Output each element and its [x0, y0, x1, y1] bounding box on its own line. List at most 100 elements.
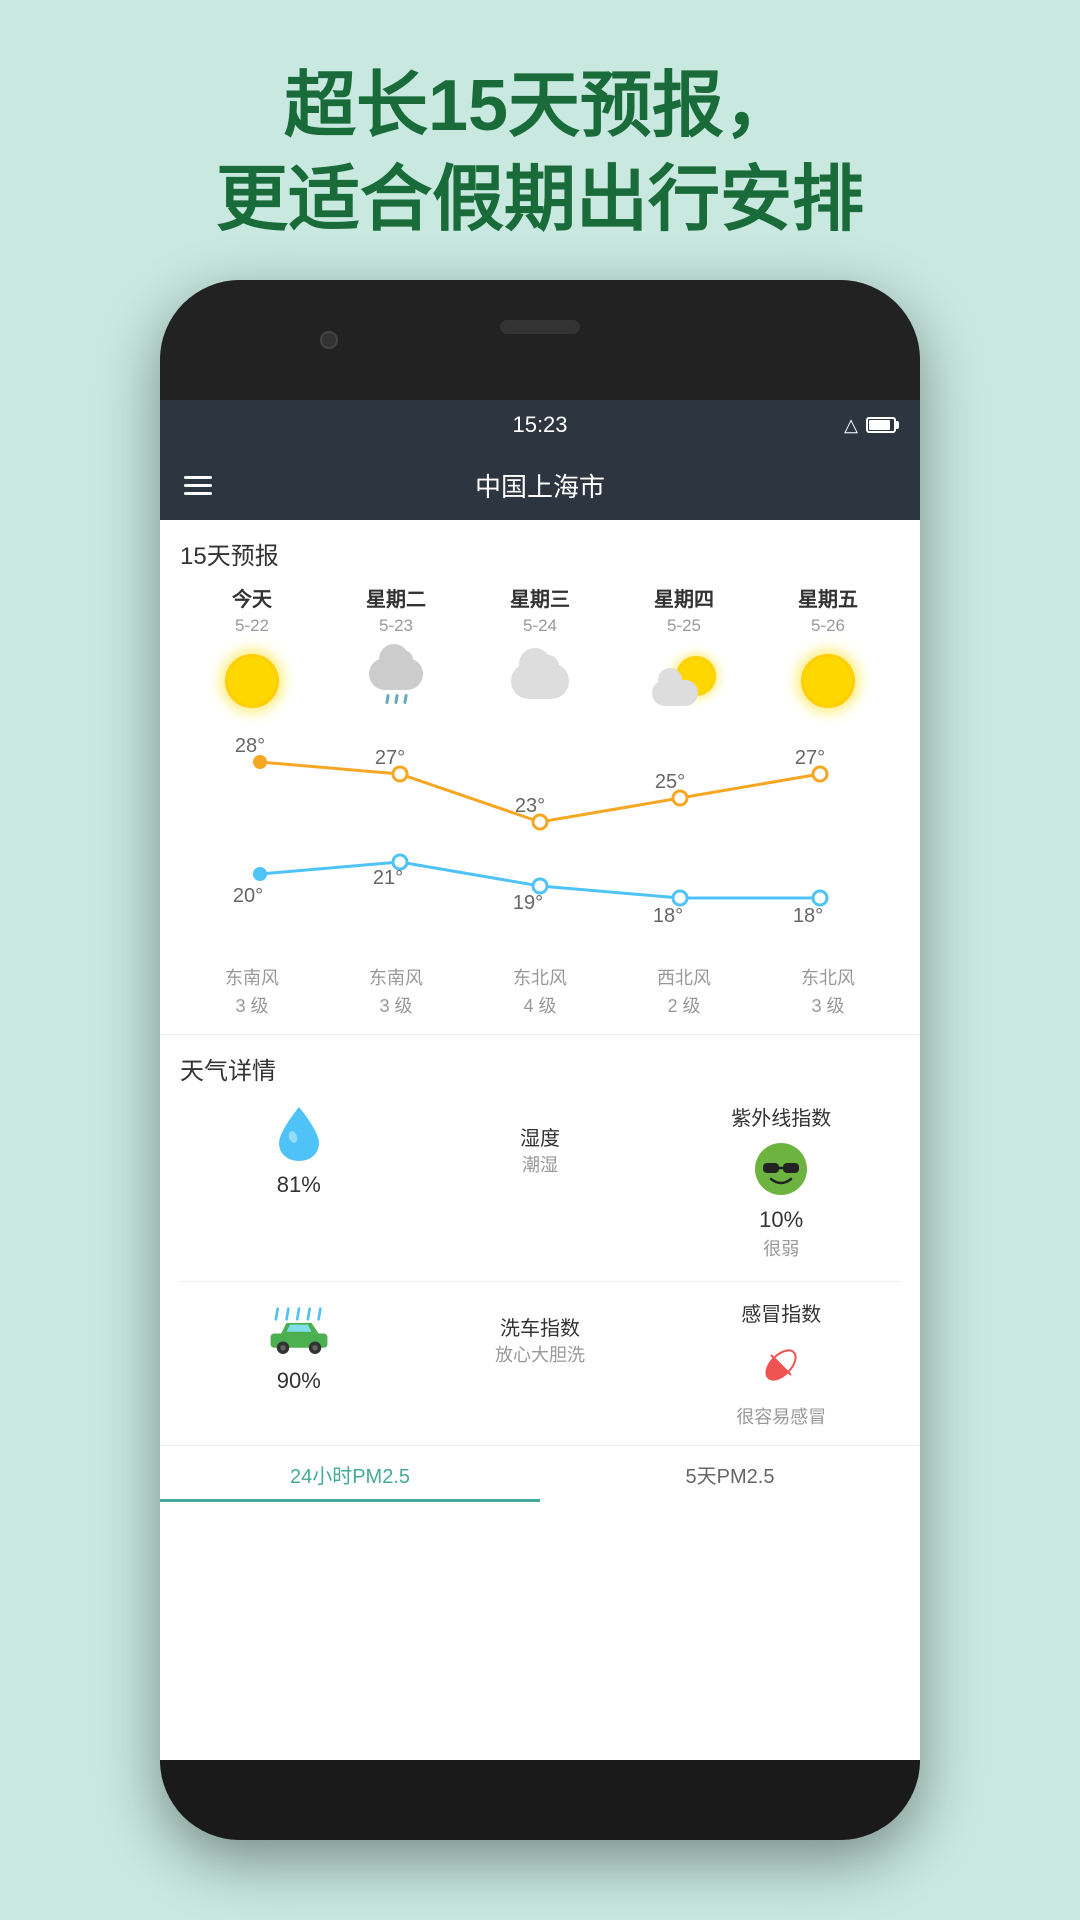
carwash-item: 90% — [180, 1298, 418, 1396]
high-dot-4 — [813, 767, 827, 781]
humidity-label: 湿度 — [520, 1122, 560, 1151]
day-date-2: 5-24 — [523, 616, 557, 636]
menu-icon[interactable] — [184, 471, 212, 500]
partly-cloudy-icon — [652, 656, 716, 706]
wind-lvl-2: 4 级 — [468, 992, 612, 1018]
weather-icon-0 — [217, 646, 287, 716]
low-label-1: 21° — [373, 867, 403, 889]
carwash-value: 90% — [277, 1368, 321, 1394]
cold-icon-container — [749, 1333, 813, 1397]
water-drop-icon — [273, 1103, 325, 1165]
high-dot-0 — [253, 755, 267, 769]
day-date-1: 5-23 — [379, 616, 413, 636]
day-col-wed: 星期三 5-24 — [468, 583, 612, 724]
day-name-3: 星期四 — [654, 583, 714, 612]
wind-info: 东南风 3 级 东南风 3 级 东北风 4 级 西北风 2 级 — [160, 964, 920, 1035]
bottom-tabs: 24小时PM2.5 5天PM2.5 — [160, 1445, 920, 1502]
phone-frame: 15:23 △ 中国上海市 — [160, 280, 920, 1840]
wind-dir-2: 东北风 — [468, 964, 612, 990]
cloud-rain-icon — [369, 658, 423, 704]
battery-icon — [866, 417, 896, 433]
sun-icon-2 — [801, 654, 855, 708]
status-bar: 15:23 △ — [160, 400, 920, 450]
wind-lvl-0: 3 级 — [180, 992, 324, 1018]
wind-dir-0: 东南风 — [180, 964, 324, 990]
header-line1: 超长15天预报， — [0, 60, 1080, 154]
day-col-today: 今天 5-22 — [180, 583, 324, 724]
phone-bottom — [160, 1760, 920, 1840]
cold-item: 感冒指数 — [662, 1298, 900, 1429]
details-section: 天气详情 81% — [160, 1035, 920, 1445]
tab-24h-pm25[interactable]: 24小时PM2.5 — [160, 1446, 540, 1502]
low-dot-0 — [253, 867, 267, 881]
low-dot-4 — [813, 891, 827, 905]
day-col-tue: 星期二 5-23 — [324, 583, 468, 724]
uv-emoji-icon — [753, 1141, 809, 1197]
day-name-0: 今天 — [232, 583, 272, 612]
high-label-0: 28° — [235, 735, 265, 757]
wind-col-1: 东南风 3 级 — [324, 964, 468, 1018]
wind-lvl-3: 2 级 — [612, 992, 756, 1018]
day-col-fri: 星期五 5-26 — [756, 583, 900, 724]
uv-item: 紫外线指数 — [662, 1102, 900, 1261]
day-date-3: 5-25 — [667, 616, 701, 636]
wind-lvl-4: 3 级 — [756, 992, 900, 1018]
app-bar: 中国上海市 — [160, 450, 920, 520]
high-dot-3 — [673, 791, 687, 805]
main-content: 15天预报 今天 5-22 星期二 — [160, 520, 920, 1760]
uv-value: 10% — [759, 1207, 803, 1233]
header-line2: 更适合假期出行安排 — [0, 154, 1080, 248]
cold-sublabel: 很容易感冒 — [736, 1403, 826, 1429]
day-col-thu: 星期四 5-25 — [612, 583, 756, 724]
forecast-section-title: 15天预报 — [180, 536, 900, 571]
day-name-4: 星期五 — [798, 583, 858, 612]
low-label-4: 18° — [793, 905, 823, 927]
status-time: 15:23 — [512, 412, 567, 438]
temp-chart-svg: 28° 27° 23° 25° 27° — [180, 734, 900, 954]
uv-icon-container — [749, 1137, 813, 1201]
forecast-section: 15天预报 今天 5-22 星期二 — [160, 520, 920, 724]
day-name-1: 星期二 — [366, 583, 426, 612]
tab-5d-pm25[interactable]: 5天PM2.5 — [540, 1446, 920, 1502]
day-date-0: 5-22 — [235, 616, 269, 636]
high-label-1: 27° — [375, 747, 405, 769]
high-label-2: 23° — [515, 795, 545, 817]
header-text: 超长15天预报， 更适合假期出行安排 — [0, 0, 1080, 287]
low-label-0: 20° — [233, 885, 263, 907]
phone-top — [160, 280, 920, 400]
day-date-4: 5-26 — [811, 616, 845, 636]
humidity-icon-container — [267, 1102, 331, 1166]
low-dot-2 — [533, 879, 547, 893]
medicine-icon — [755, 1339, 807, 1391]
uv-label: 紫外线指数 — [731, 1102, 831, 1131]
wind-dir-3: 西北风 — [612, 964, 756, 990]
day-name-2: 星期三 — [510, 583, 570, 612]
uv-sublabel: 很弱 — [763, 1235, 799, 1261]
wind-dir-1: 东南风 — [324, 964, 468, 990]
humidity-item: 81% — [180, 1102, 418, 1200]
weather-icon-1 — [361, 646, 431, 716]
weather-icon-4 — [793, 646, 863, 716]
phone-speaker — [500, 320, 580, 334]
wind-col-3: 西北风 2 级 — [612, 964, 756, 1018]
low-label-3: 18° — [653, 905, 683, 927]
wind-dir-4: 东北风 — [756, 964, 900, 990]
temperature-chart: 28° 27° 23° 25° 27° — [160, 724, 920, 964]
wifi-icon: △ — [844, 415, 858, 436]
wind-col-2: 东北风 4 级 — [468, 964, 612, 1018]
app-title: 中国上海市 — [475, 467, 605, 504]
weather-icon-2 — [505, 646, 575, 716]
sun-icon — [225, 654, 279, 708]
carwash-label-item: 洗车指数 放心大胆洗 — [421, 1298, 659, 1367]
forecast-days: 今天 5-22 星期二 5-23 — [180, 583, 900, 724]
cloud-icon — [511, 663, 569, 699]
wind-lvl-1: 3 级 — [324, 992, 468, 1018]
humidity-value: 81% — [277, 1172, 321, 1198]
front-camera — [320, 331, 338, 349]
phone-screen: 15:23 △ 中国上海市 — [160, 400, 920, 1760]
details-title: 天气详情 — [180, 1051, 900, 1086]
status-icons: △ — [844, 415, 896, 436]
wind-col-4: 东北风 3 级 — [756, 964, 900, 1018]
carwash-label: 洗车指数 — [500, 1312, 580, 1341]
low-label-2: 19° — [513, 892, 543, 914]
